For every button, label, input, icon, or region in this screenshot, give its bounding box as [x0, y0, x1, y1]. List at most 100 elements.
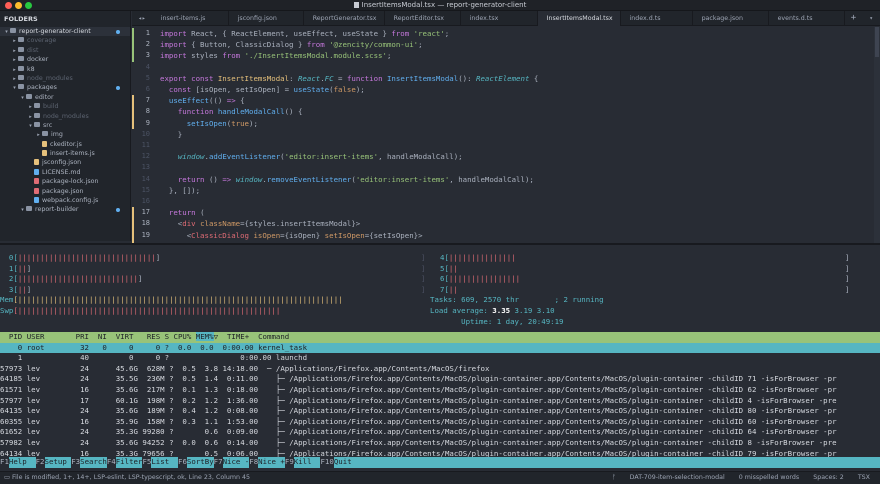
tree-item[interactable]: jsconfig.json	[0, 158, 130, 167]
code-token: ;	[444, 29, 450, 38]
code-line[interactable]: return (	[160, 207, 205, 218]
process-row[interactable]: 57973 lev 24 45.6G 628M ? 0.5 3.8 14:18.…	[0, 364, 880, 375]
chevron-right-icon[interactable]: ▸	[11, 56, 18, 64]
tree-item[interactable]: ▾ report-generator-client	[0, 27, 130, 37]
code-line[interactable]: import React, { ReactElement, useEffect,…	[160, 28, 449, 39]
tab-package-json[interactable]: package.json	[693, 11, 769, 26]
code-token: styles	[191, 51, 223, 61]
editor-minimap-scrollbar[interactable]	[874, 27, 880, 243]
process-row[interactable]: 64135 lev 24 35.6G 189M ? 0.4 1.2 0:08.0…	[0, 406, 880, 417]
tree-item[interactable]: package-lock.json	[0, 177, 130, 186]
cpu-meter-row: 0[|||||||||||||||||||||||||||||||]] 4[|||…	[0, 253, 880, 264]
tree-item[interactable]: ckeditor.js	[0, 140, 130, 149]
chevron-right-icon[interactable]: ▸	[11, 66, 18, 74]
tree-item[interactable]: ▸ k8	[0, 65, 130, 74]
tree-item[interactable]: webpack.config.js	[0, 196, 130, 205]
process-row[interactable]: 61652 lev 24 35.3G 99280 ? 0.6 0:09.00 ├…	[0, 427, 880, 438]
code-line[interactable]: useEffect(() => {	[160, 95, 245, 106]
tree-item[interactable]: LICENSE.md	[0, 168, 130, 177]
fkey-f10[interactable]: F10	[320, 457, 334, 468]
tab-index-tsx[interactable]: index.tsx	[461, 11, 538, 26]
tree-item[interactable]: ▸ docker	[0, 55, 130, 64]
folder-icon	[18, 84, 24, 90]
tree-item[interactable]: ▾ editor	[0, 93, 130, 102]
fkey-f7[interactable]: F7	[213, 457, 223, 468]
tree-item[interactable]: ▸ build	[0, 102, 130, 111]
chevron-right-icon[interactable]: ▸	[11, 75, 18, 83]
chevron-down-icon[interactable]: ▾	[19, 206, 26, 214]
code-line[interactable]: <ClassicDialog isOpen={isOpen} setIsOpen…	[160, 230, 423, 241]
fkey-f9[interactable]: F9	[284, 457, 294, 468]
code-editor[interactable]: 12345678910111213141516171819•20•2122 im…	[132, 27, 880, 243]
tree-item[interactable]: ▾ report-builder	[0, 205, 130, 214]
tree-item[interactable]: ▸ node_modules	[0, 74, 130, 83]
tree-item[interactable]: ▸ coverage	[0, 36, 130, 45]
fkey-f2[interactable]: F2	[35, 457, 45, 468]
process-row[interactable]: 64185 lev 24 35.5G 236M ? 0.5 1.4 0:11.0…	[0, 374, 880, 385]
process-row[interactable]: 57977 lev 17 60.1G 198M ? 0.2 1.2 1:36.0…	[0, 396, 880, 407]
tab-overflow-chevron-icon[interactable]: ▾	[862, 11, 880, 26]
folder-icon	[26, 206, 32, 212]
code-line[interactable]: }, []);	[160, 185, 200, 196]
process-row[interactable]: 61571 lev 16 35.6G 217M ? 0.1 1.3 0:18.0…	[0, 385, 880, 396]
terminal-htop[interactable]: 0[|||||||||||||||||||||||||||||||]] 4[|||…	[0, 245, 880, 471]
tree-item[interactable]: ▸ dist	[0, 46, 130, 55]
chevron-right-icon[interactable]: ▸	[11, 37, 18, 45]
chevron-down-icon[interactable]: ▾	[19, 94, 26, 102]
tree-item[interactable]: ▾ src	[0, 121, 130, 130]
code-line[interactable]: import { Button, ClassicDialog } from '@…	[160, 39, 423, 50]
tab-insertitemsmodal-tsx[interactable]: InsertItemsModal.tsx	[537, 11, 621, 26]
process-table-header: PID USER PRI NI VIRT RES S CPU% MEM%▽ TI…	[0, 332, 880, 343]
code-line[interactable]: function handleModalCall() {	[160, 106, 303, 117]
code-line[interactable]: export const InsertItemsModal: React.FC …	[160, 73, 538, 84]
tab-reporteditor-tsx[interactable]: ReportEditor.tsx	[385, 11, 461, 26]
tree-item[interactable]: package.json	[0, 187, 130, 196]
syntax-mode[interactable]: TSX	[858, 474, 870, 481]
code-token: InsertItemsModal	[386, 73, 459, 83]
chevron-down-icon[interactable]: ▾	[3, 28, 10, 36]
chevron-right-icon[interactable]: ▸	[27, 103, 34, 111]
tree-item[interactable]: ▸ img	[0, 130, 130, 139]
fkey-f1[interactable]: F1	[0, 457, 9, 468]
fkey-f8[interactable]: F8	[249, 457, 259, 468]
chevron-right-icon[interactable]: ▸	[35, 131, 42, 139]
indentation-setting[interactable]: Spaces: 2	[813, 474, 844, 481]
code-line[interactable]: window.addEventListener('editor:insert-i…	[160, 151, 463, 162]
fkey-f4[interactable]: F4	[106, 457, 116, 468]
fkey-label: Nice +	[258, 457, 285, 466]
code-line[interactable]: <div className={styles.insertItemsModal}…	[160, 218, 360, 229]
fkey-f5[interactable]: F5	[142, 457, 152, 468]
tab-index-d-ts[interactable]: index.d.ts	[621, 11, 693, 26]
code-line[interactable]: }	[160, 129, 182, 140]
chevron-right-icon[interactable]: ▸	[11, 47, 18, 55]
tab-events-d-ts[interactable]: events.d.ts	[769, 11, 845, 26]
tree-item[interactable]: ▸ node_modules	[0, 112, 130, 121]
tab-reportgenerator-tsx[interactable]: ReportGenerator.tsx	[304, 11, 385, 26]
misspelled-words[interactable]: 0 misspelled words	[739, 474, 799, 481]
chevron-down-icon[interactable]: ▾	[11, 84, 18, 92]
tab-insert-items-js[interactable]: insert-items.js	[152, 11, 229, 26]
code-line[interactable]: const [isOpen, setIsOpen] = useState(fal…	[160, 84, 365, 95]
process-row[interactable]: 57982 lev 24 35.6G 94252 ? 0.0 0.6 0:14.…	[0, 438, 880, 449]
new-tab-plus-icon[interactable]: +	[845, 11, 863, 26]
modified-dot-icon	[116, 208, 120, 213]
code-line[interactable]: import styles from './InsertItemsModal.m…	[160, 50, 391, 61]
code-token: className	[200, 219, 241, 229]
process-row[interactable]: 1 40 0 0 ? 0:00.00 launchd	[0, 353, 880, 364]
tree-item[interactable]: ▾ packages	[0, 83, 130, 92]
code-line[interactable]: return () => window.removeEventListener(…	[160, 174, 534, 185]
tree-item[interactable]: insert-items.js	[0, 149, 130, 158]
tab-jsconfig-json[interactable]: jsconfig.json	[229, 11, 304, 26]
process-row[interactable]: 0 root 32 0 0 0 ? 0.0 0.0 0:00.00 kernel…	[0, 342, 880, 354]
chevron-right-icon[interactable]: ▸	[27, 113, 34, 121]
git-branch[interactable]: ᚠ DAT-709-item-selection-modal	[600, 474, 725, 481]
code-line[interactable]: setIsOpen(true);	[160, 118, 258, 129]
code-token: from	[306, 40, 330, 50]
fkey-f6[interactable]: F6	[178, 457, 187, 468]
chevron-down-icon[interactable]: ▾	[27, 122, 34, 130]
cpu-meter-bars: ||	[448, 263, 458, 273]
code-token: ={isOpen}	[280, 230, 325, 240]
tab-scroll-back-icon[interactable]: ◂▸	[132, 11, 152, 26]
process-row[interactable]: 60355 lev 16 35.9G 158M ? 0.3 1.1 1:53.0…	[0, 417, 880, 428]
fkey-f3[interactable]: F3	[71, 457, 81, 468]
